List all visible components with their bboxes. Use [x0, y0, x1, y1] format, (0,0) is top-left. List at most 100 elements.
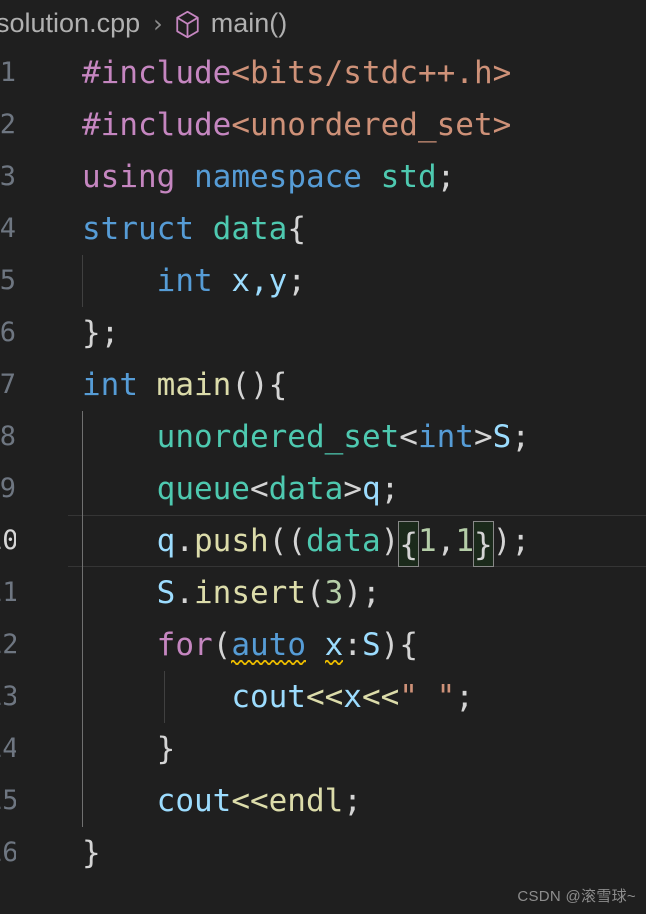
code-line-active[interactable]: 10 q.push((data){1,1}); — [0, 515, 646, 567]
code-line[interactable]: 12 for(auto x:S){ — [0, 619, 646, 671]
token-using: using — [82, 159, 176, 195]
code-line-text: } — [82, 827, 101, 879]
token-shift: << — [305, 679, 344, 715]
token-header-bits: <bits/stdc++.h> — [231, 55, 512, 91]
token-angle-close: > — [473, 419, 493, 455]
code-line-text: for(auto x:S){ — [82, 619, 418, 671]
token-endl: endl — [268, 783, 344, 819]
code-line[interactable]: 6 }; — [0, 307, 646, 359]
token-cout: cout — [156, 783, 232, 819]
code-line[interactable]: 7 int main(){ — [0, 359, 646, 411]
token-paren-close: ) — [380, 627, 400, 663]
code-line-text: } — [82, 723, 176, 775]
code-line[interactable]: 15 cout<<endl; — [0, 775, 646, 827]
token-semicolon: ; — [362, 575, 381, 611]
token-brace-close: } — [82, 835, 101, 871]
line-number: 13 — [0, 681, 16, 712]
line-number: 7 — [0, 369, 16, 400]
token-brace-open: { — [268, 367, 288, 403]
token-paren-close: ) — [380, 523, 400, 559]
token-paren-open: ( — [305, 575, 325, 611]
token-number: 1 — [455, 523, 475, 559]
token-S: S — [156, 575, 176, 611]
code-line-text: unordered_set<int>S; — [82, 411, 530, 463]
token-colon: : — [343, 627, 362, 663]
token-comma: , — [436, 523, 456, 559]
code-line[interactable]: 2 #include<unordered_set> — [0, 99, 646, 151]
token-int: int — [156, 263, 213, 299]
line-number: 14 — [0, 733, 16, 764]
code-line-text: queue<data>q; — [82, 463, 400, 515]
code-editor[interactable]: 1 #include<bits/stdc++.h> 2 #include<uno… — [0, 47, 646, 914]
token-data: data — [268, 471, 344, 507]
code-line[interactable]: 3 using namespace std; — [0, 151, 646, 203]
code-line-text: S.insert(3); — [82, 567, 381, 619]
token-semicolon: ; — [380, 471, 400, 507]
token-for: for — [156, 627, 213, 663]
token-unordered-set: unordered_set — [156, 419, 400, 455]
line-number: 5 — [0, 265, 16, 296]
code-line-text: struct data{ — [82, 203, 306, 255]
code-line[interactable]: 5 int x,y; — [0, 255, 646, 307]
line-number: 6 — [0, 317, 16, 348]
code-line-text: int x,y; — [82, 255, 306, 307]
line-number: 3 — [0, 161, 16, 192]
code-line[interactable]: 11 S.insert(3); — [0, 567, 646, 619]
token-brace-close: } — [156, 731, 176, 767]
token-shift: << — [361, 679, 400, 715]
token-x: x — [343, 679, 362, 715]
code-line-text: #include<unordered_set> — [82, 99, 511, 151]
token-angle-open: < — [249, 471, 269, 507]
token-paren-open: ( — [287, 523, 306, 559]
token-brace-open: { — [287, 211, 306, 247]
code-line-text: q.push((data){1,1}); — [82, 515, 530, 567]
token-auto-with-warning: auto — [231, 619, 306, 671]
bracket-match-close: } — [473, 521, 494, 567]
watermark: CSDN @滚雪球~ — [517, 888, 636, 905]
line-number: 16 — [0, 837, 16, 868]
line-number: 11 — [0, 577, 16, 608]
token-include: #include — [82, 55, 232, 91]
breadcrumb-symbol[interactable]: main() — [211, 8, 288, 39]
code-line-text: cout<<endl; — [82, 775, 362, 827]
token-cout: cout — [231, 679, 306, 715]
token-paren-open: ( — [268, 523, 288, 559]
code-line-text: }; — [82, 307, 119, 359]
code-line[interactable]: 1 #include<bits/stdc++.h> — [0, 47, 646, 99]
code-line-text: cout<<x<<" "; — [82, 671, 474, 723]
breadcrumb[interactable]: solution.cpp › main() — [0, 0, 646, 47]
token-int: int — [417, 419, 474, 455]
token-parens: () — [231, 367, 269, 403]
token-header-uset: <unordered_set> — [231, 107, 512, 143]
code-line-text: int main(){ — [82, 359, 287, 411]
token-semicolon: ; — [511, 419, 530, 455]
code-line[interactable]: 13 cout<<x<<" "; — [0, 671, 646, 723]
code-line[interactable]: 8 unordered_set<int>S; — [0, 411, 646, 463]
token-dot: . — [175, 523, 194, 559]
token-semicolon: ; — [436, 159, 456, 195]
token-q: q — [361, 471, 381, 507]
token-std: std — [380, 159, 437, 195]
cube-icon — [174, 10, 201, 39]
line-number: 15 — [0, 785, 16, 816]
token-xy: x,y — [231, 263, 288, 299]
code-line[interactable]: 14 } — [0, 723, 646, 775]
breadcrumb-file[interactable]: solution.cpp — [0, 8, 140, 39]
token-semicolon: ; — [455, 679, 474, 715]
token-string: " " — [399, 679, 456, 715]
code-line[interactable]: 4 struct data{ — [0, 203, 646, 255]
token-semicolon: ; — [343, 783, 362, 819]
line-number: 2 — [0, 109, 16, 140]
token-data: data — [212, 211, 288, 247]
code-line[interactable]: 16 } — [0, 827, 646, 879]
token-angle-open: < — [399, 419, 418, 455]
token-include: #include — [82, 107, 232, 143]
token-S: S — [492, 419, 512, 455]
token-number: 3 — [324, 575, 344, 611]
token-insert: insert — [194, 575, 306, 611]
token-main: main — [156, 367, 232, 403]
token-semicolon: ; — [287, 263, 306, 299]
token-S: S — [362, 627, 381, 663]
code-line[interactable]: 9 queue<data>q; — [0, 463, 646, 515]
token-brace-open: { — [399, 627, 419, 663]
